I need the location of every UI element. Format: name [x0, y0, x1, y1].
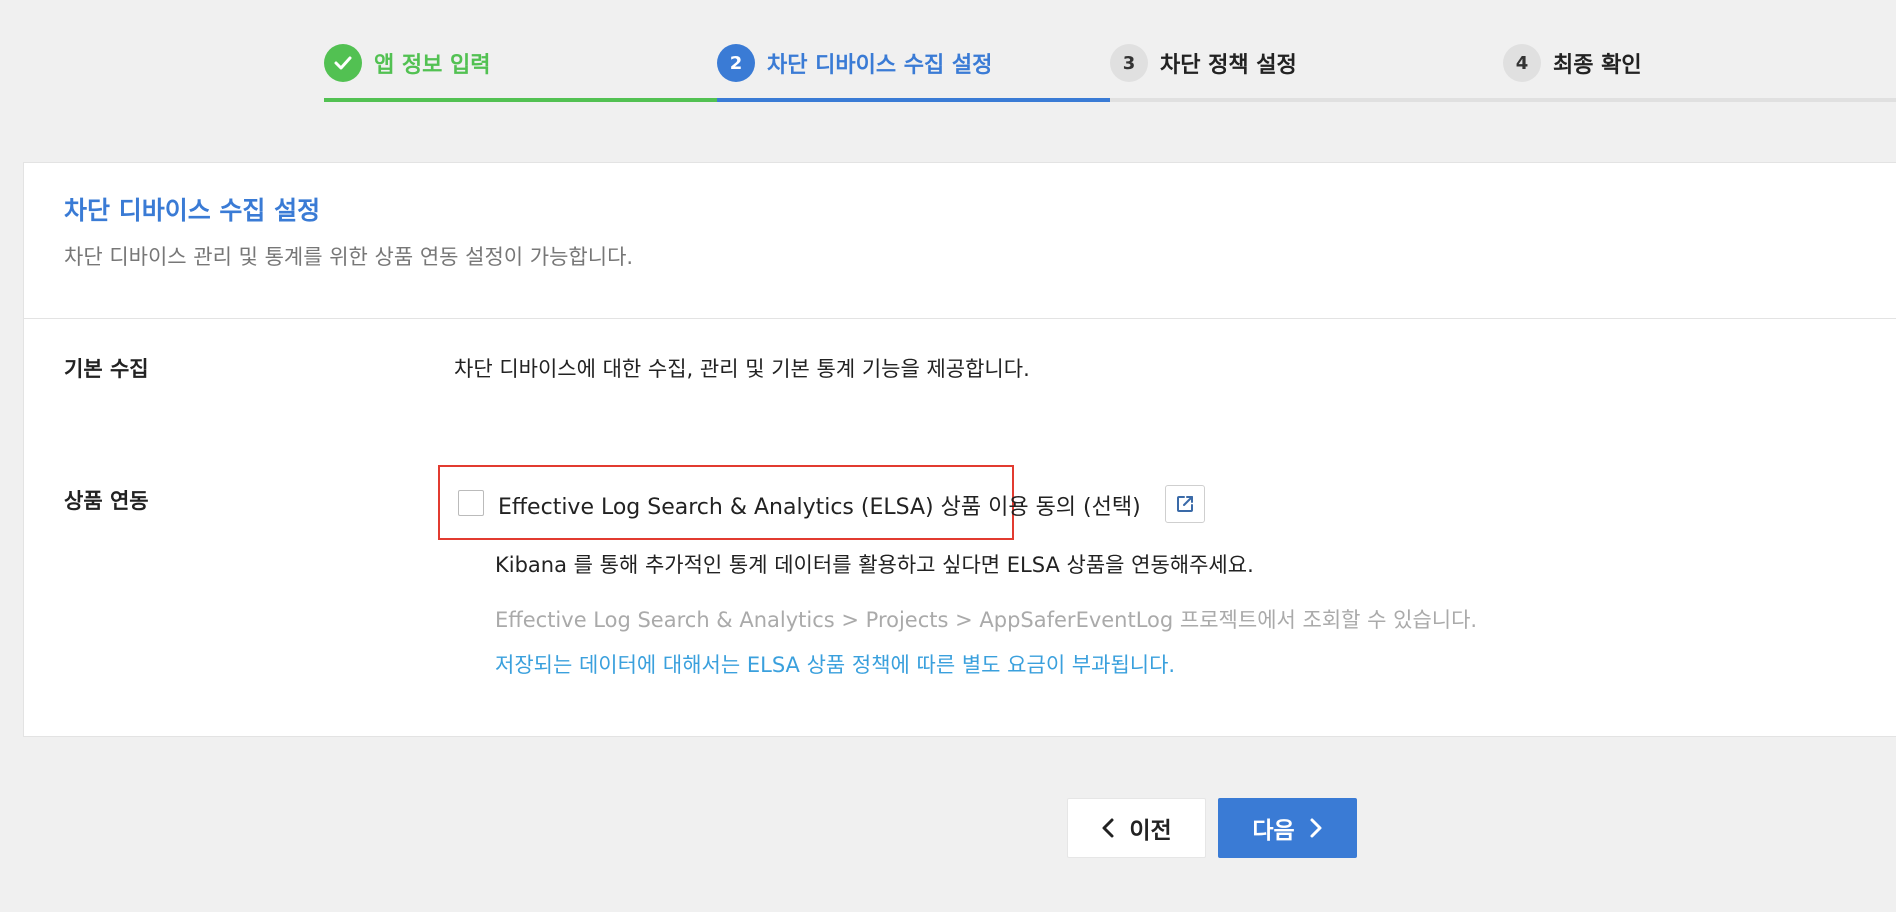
step-label: 차단 디바이스 수집 설정: [767, 53, 993, 78]
elsa-external-link-button[interactable]: [1165, 485, 1205, 523]
check-icon: [334, 56, 352, 70]
step-head: 3 차단 정책 설정: [1110, 44, 1297, 82]
card-title: 차단 디바이스 수집 설정: [64, 196, 321, 225]
prev-button-label: 이전: [1129, 818, 1172, 844]
step-head: 4 최종 확인: [1503, 44, 1642, 82]
basic-collection-text: 차단 디바이스에 대한 수집, 관리 및 기본 통계 기능을 제공합니다.: [454, 357, 1030, 381]
next-button-label: 다음: [1252, 818, 1295, 844]
step-label: 앱 정보 입력: [374, 53, 491, 78]
step-label: 최종 확인: [1553, 53, 1642, 78]
step-circle-done: [324, 44, 362, 82]
step-block-policy[interactable]: 3 차단 정책 설정: [1110, 40, 1503, 102]
card-header: 차단 디바이스 수집 설정 차단 디바이스 관리 및 통계를 위한 상품 연동 …: [24, 163, 1896, 319]
step-head: 2 차단 디바이스 수집 설정: [717, 44, 992, 82]
step-progress-bar: [1503, 98, 1896, 102]
elsa-consent-box: Effective Log Search & Analytics (ELSA) …: [438, 465, 1205, 540]
step-number: 2: [717, 44, 755, 82]
elsa-path-text: Effective Log Search & Analytics > Proje…: [495, 608, 1478, 632]
elsa-consent-label[interactable]: Effective Log Search & Analytics (ELSA) …: [498, 489, 1141, 521]
step-head: 앱 정보 입력: [324, 44, 491, 82]
step-number: 4: [1503, 44, 1541, 82]
step-number: 3: [1110, 44, 1148, 82]
step-block-device-collection[interactable]: 2 차단 디바이스 수집 설정: [717, 40, 1110, 102]
stepper: 앱 정보 입력 2 차단 디바이스 수집 설정 3 차단 정책 설정 4 최종 …: [324, 40, 1896, 102]
settings-card: 차단 디바이스 수집 설정 차단 디바이스 관리 및 통계를 위한 상품 연동 …: [23, 162, 1896, 737]
kibana-info-text: Kibana 를 통해 추가적인 통계 데이터를 활용하고 싶다면 ELSA 상…: [495, 553, 1254, 577]
step-progress-bar: [324, 98, 717, 102]
product-integration-label: 상품 연동: [64, 489, 149, 513]
elsa-consent-checkbox[interactable]: [458, 490, 484, 516]
chevron-right-icon: [1310, 818, 1322, 838]
elsa-fee-notice: 저장되는 데이터에 대해서는 ELSA 상품 정책에 따른 별도 요금이 부과됩…: [495, 653, 1176, 677]
step-app-info[interactable]: 앱 정보 입력: [324, 40, 717, 102]
step-final-confirm[interactable]: 4 최종 확인: [1503, 40, 1896, 102]
chevron-left-icon: [1102, 818, 1114, 838]
step-label: 차단 정책 설정: [1160, 53, 1297, 78]
step-progress-bar: [717, 98, 1110, 102]
next-button[interactable]: 다음: [1218, 798, 1357, 858]
step-progress-bar: [1110, 98, 1503, 102]
external-link-icon: [1177, 496, 1193, 512]
basic-collection-label: 기본 수집: [64, 357, 149, 381]
card-description: 차단 디바이스 관리 및 통계를 위한 상품 연동 설정이 가능합니다.: [64, 245, 634, 269]
prev-button[interactable]: 이전: [1067, 798, 1206, 858]
